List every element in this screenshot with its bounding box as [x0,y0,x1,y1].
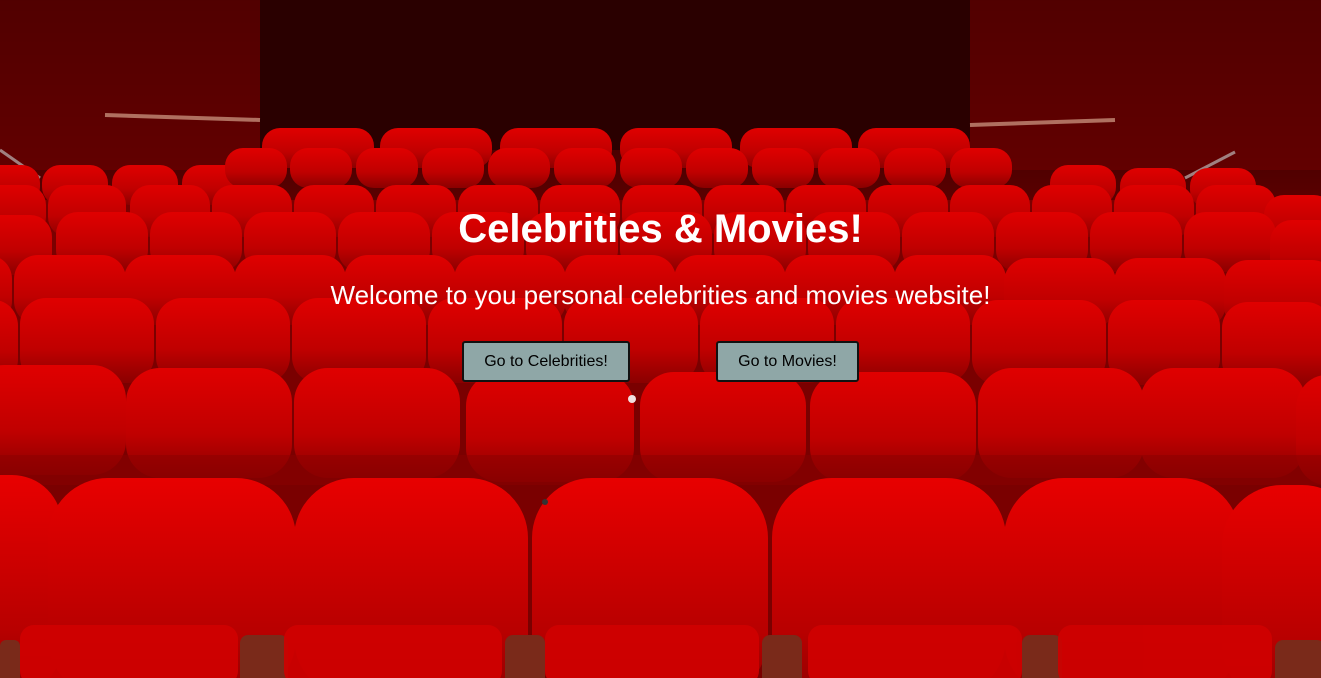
go-to-movies-button[interactable]: Go to Movies! [716,341,859,382]
hero-section: Celebrities & Movies! Welcome to you per… [0,0,1321,678]
go-to-celebrities-button[interactable]: Go to Celebrities! [462,341,630,382]
hero-content: Celebrities & Movies! Welcome to you per… [0,0,1321,678]
page-title: Celebrities & Movies! [458,207,863,251]
welcome-subtitle: Welcome to you personal celebrities and … [330,280,991,310]
